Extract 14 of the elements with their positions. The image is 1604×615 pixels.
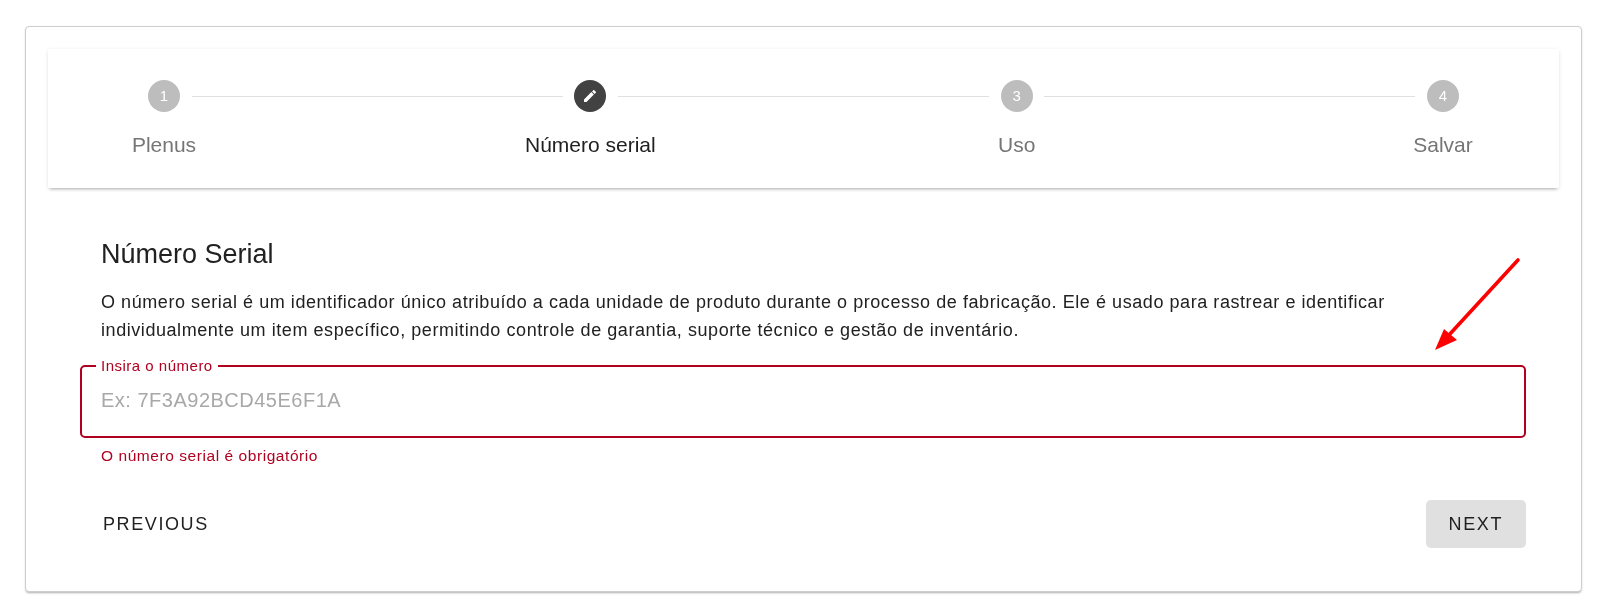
step-label: Uso — [997, 132, 1036, 157]
step-label: Plenus — [131, 132, 197, 157]
error-message: O número serial é obrigatório — [101, 447, 318, 465]
previous-button[interactable]: PREVIOUS — [80, 500, 232, 548]
step-label: Salvar — [1413, 132, 1473, 157]
section-title: Número Serial — [101, 237, 274, 271]
step-label: Número serial — [524, 132, 656, 157]
step-number: 3 — [1000, 80, 1033, 112]
serial-number-field[interactable]: Insira o número Ex: 7F3A92BCD45E6F1A — [80, 357, 1526, 438]
step-number: 1 — [148, 80, 180, 112]
next-button[interactable]: NEXT — [1425, 500, 1526, 548]
serial-number-input[interactable]: Ex: 7F3A92BCD45E6F1A — [101, 375, 1505, 425]
description-text: O número serial é um identificador único atribuído a cada unidade de produto durante o processo de fabricação. Ele é usado para rastrear e identificar individualmente um item específico, permitindo controle de garantia, suporte técnico e gestão de inventário. — [101, 291, 1386, 342]
step-number: 4 — [1427, 80, 1459, 112]
